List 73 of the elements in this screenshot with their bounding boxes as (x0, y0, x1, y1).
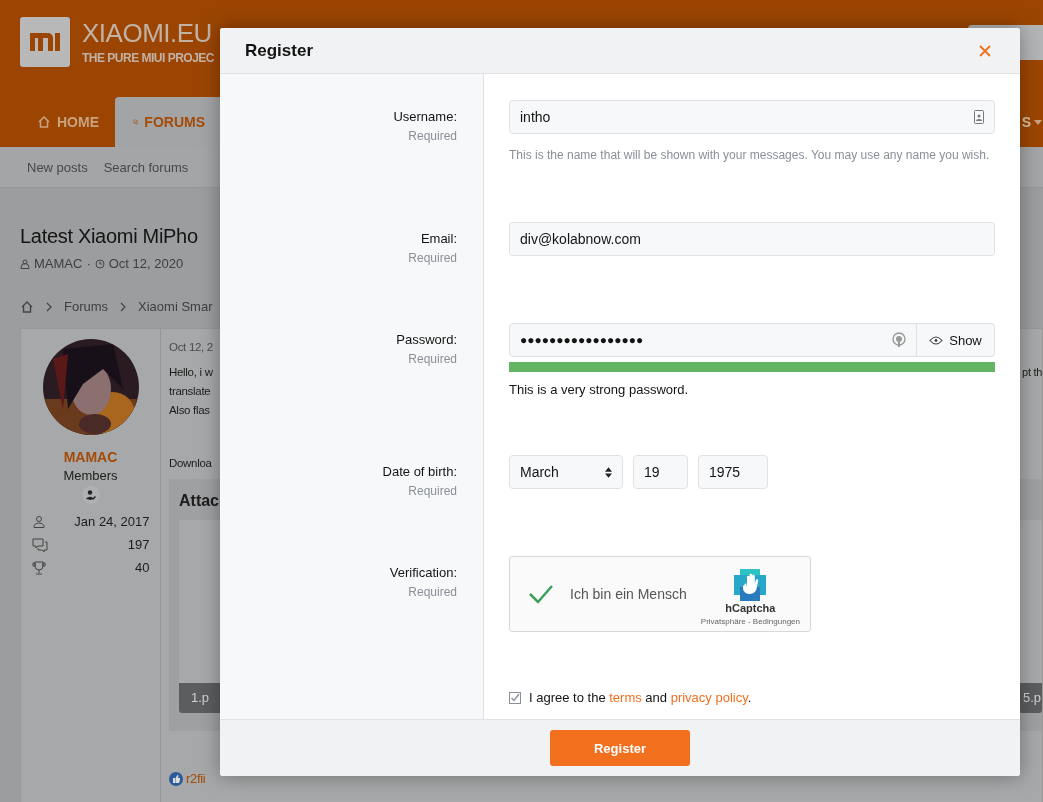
text-input[interactable]: intho (509, 100, 995, 134)
post-text: translate (169, 384, 211, 399)
user-group: Members (63, 468, 118, 483)
home-icon (37, 115, 51, 129)
password-input[interactable]: ●●●●●●●●●●●●●●●●● (509, 323, 917, 357)
breadcrumb-link[interactable]: Xiaomi Smar (138, 299, 213, 314)
close-icon[interactable] (979, 44, 991, 57)
required-hint: Required (408, 352, 457, 366)
required-hint: Required (408, 585, 457, 599)
captcha-widget[interactable]: Ich bin ein Mensch hCaptcha Privatsphäre - Bedingungen (509, 556, 811, 632)
user-badge-icon (81, 486, 100, 504)
chevron-icon (46, 301, 52, 312)
required-hint: Required (408, 484, 457, 498)
breadcrumb-link[interactable]: Forums (64, 299, 109, 314)
field-label: Username: (393, 109, 457, 124)
post-text: pt th (1022, 365, 1042, 380)
user-icon (20, 258, 30, 269)
captcha-links[interactable]: Privatsphäre - Bedingungen (700, 616, 800, 626)
subnav-link[interactable]: New posts (27, 159, 88, 175)
clock-icon (94, 258, 105, 269)
privacy-policy-link[interactable]: privacy policy (670, 690, 748, 705)
field-label: Verification: (389, 565, 457, 580)
chevron-icon (120, 301, 127, 312)
nav-tab[interactable]: S (1021, 114, 1031, 130)
nav-tab[interactable]: HOME (27, 97, 109, 147)
post-text: Also flas (169, 403, 210, 418)
trophy-icon (31, 560, 46, 575)
field-label: Password: (396, 332, 457, 347)
required-hint: Required (408, 129, 457, 143)
thread-date: Oct 12, 2020 (108, 256, 184, 271)
attachment-name: 5.p (1019, 683, 1042, 713)
username-link[interactable]: MAMAC (63, 449, 118, 465)
captcha-brand: hCaptcha (725, 601, 776, 614)
field-label: Date of birth: (382, 464, 457, 479)
joined-date: Jan 24, 2017 (74, 514, 150, 529)
meta-separator: · (86, 256, 91, 271)
user-icon (31, 514, 46, 529)
agreement-text: I agree to the terms and privacy policy. (529, 690, 752, 705)
eye-icon (929, 335, 944, 345)
captcha-label: Ich bin ein Mensch (570, 586, 687, 602)
thread-title: Latest Xiaomi MiPho (20, 225, 198, 248)
month-select[interactable]: March (509, 455, 623, 489)
show-password-button[interactable]: Show (917, 323, 995, 357)
site-tagline: THE PURE MIUI PROJEC (82, 51, 215, 65)
field-explanation: This is the name that will be shown with your messages. You may use any name you wish. (509, 147, 991, 164)
subnav-link[interactable]: Search forums (103, 159, 189, 175)
register-button[interactable]: Register (550, 730, 690, 766)
terms-link[interactable]: terms (609, 690, 642, 705)
checkbox[interactable] (509, 691, 521, 704)
field-label: Email: (420, 231, 457, 246)
select-arrows-icon (605, 466, 612, 478)
like-icon (169, 771, 183, 786)
password-strength-text: This is a very strong password. (509, 382, 690, 397)
post-text: Hello, i w (169, 365, 213, 380)
message-count: 197 (127, 537, 150, 552)
points-count: 40 (135, 560, 150, 575)
text-input[interactable]: div@kolabnow.com (509, 222, 995, 256)
thread-author[interactable]: MAMAC (34, 256, 83, 271)
day-input[interactable]: 19 (633, 455, 688, 489)
hand-logo-icon (734, 568, 767, 601)
post-date: Oct 12, 2 (169, 341, 213, 353)
caret-icon (1034, 119, 1042, 125)
required-hint: Required (408, 251, 457, 265)
dialog-title: Register (245, 40, 314, 61)
home-icon[interactable] (20, 299, 34, 314)
site-title: XIAOMI.EU (82, 17, 213, 49)
year-input[interactable]: 1975 (698, 455, 768, 489)
reaction-user[interactable]: r2fii (186, 771, 206, 786)
contact-card-icon (974, 110, 984, 124)
messages-icon (31, 536, 48, 553)
attachment-thumbnail[interactable]: 5.p (1019, 520, 1042, 713)
logo-icon (20, 17, 70, 67)
post-text: Downloa (169, 457, 212, 469)
